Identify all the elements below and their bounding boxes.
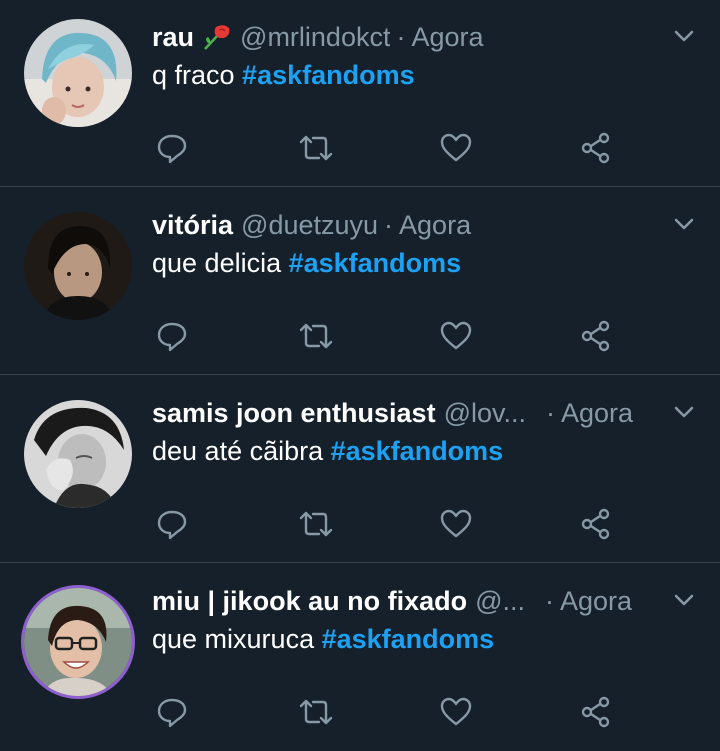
hashtag-link[interactable]: #askfandoms <box>331 436 504 466</box>
retweet-button[interactable] <box>296 504 336 544</box>
tweet-actions <box>0 692 720 732</box>
timestamp[interactable]: Agora <box>561 398 633 429</box>
reply-icon <box>157 322 187 352</box>
share-icon <box>581 320 610 352</box>
tweet-text: que delicia #askfandoms <box>152 248 680 279</box>
tweet-text: deu até cãibra #askfandoms <box>152 436 680 467</box>
retweet-button[interactable] <box>296 692 336 732</box>
tweet-actions <box>0 128 720 168</box>
share-icon <box>581 132 610 164</box>
tweet[interactable]: vitória @duetzuyu · Agora que delicia #a… <box>0 188 720 375</box>
display-name[interactable]: samis joon enthusiast <box>152 398 436 429</box>
avatar[interactable] <box>24 19 132 127</box>
avatar[interactable] <box>24 400 132 508</box>
share-button[interactable] <box>576 128 616 168</box>
user-handle[interactable]: @... <box>475 586 525 617</box>
separator-dot: · <box>384 209 394 240</box>
like-button[interactable] <box>436 504 476 544</box>
tweet[interactable]: rau @mrlindokct · Agora q fraco #askfand… <box>0 0 720 187</box>
reply-button[interactable] <box>152 692 192 732</box>
chevron-down-icon[interactable] <box>670 210 698 238</box>
tweet-text: que mixuruca #askfandoms <box>152 624 680 655</box>
user-handle[interactable]: @duetzuyu <box>241 210 378 241</box>
like-button[interactable] <box>436 316 476 356</box>
chevron-down-icon[interactable] <box>670 398 698 426</box>
like-icon <box>440 509 472 538</box>
tweet[interactable]: samis joon enthusiast @lov... · Agora de… <box>0 376 720 563</box>
tweet-header: vitória @duetzuyu · Agora <box>152 207 650 243</box>
tweet-actions <box>0 316 720 356</box>
hashtag-link[interactable]: #askfandoms <box>242 60 415 90</box>
timestamp[interactable]: Agora <box>560 586 632 617</box>
tweet-header: rau @mrlindokct · Agora <box>152 19 650 55</box>
separator-dot: · <box>396 21 406 52</box>
retweet-icon <box>299 135 333 161</box>
tweet[interactable]: miu | jikook au no fixado @... · Agora q… <box>0 564 720 751</box>
hashtag-link[interactable]: #askfandoms <box>289 248 462 278</box>
display-name[interactable]: miu | jikook au no fixado <box>152 586 467 617</box>
tweet-text: q fraco #askfandoms <box>152 60 680 91</box>
tweet-text-content: deu até cãibra <box>152 436 331 466</box>
separator-dot: · <box>545 585 555 616</box>
like-icon <box>440 133 472 162</box>
retweet-button[interactable] <box>296 128 336 168</box>
tweet-text-content: que delicia <box>152 248 289 278</box>
timestamp[interactable]: Agora <box>399 210 471 241</box>
tweet-text-content: que mixuruca <box>152 624 322 654</box>
hashtag-link[interactable]: #askfandoms <box>322 624 495 654</box>
retweet-icon <box>299 511 333 537</box>
retweet-icon <box>299 699 333 725</box>
like-button[interactable] <box>436 692 476 732</box>
chevron-down-icon[interactable] <box>670 586 698 614</box>
tweet-text-content: q fraco <box>152 60 243 90</box>
tweet-header: miu | jikook au no fixado @... · Agora <box>152 583 650 619</box>
display-name[interactable]: vitória <box>152 210 233 241</box>
timeline: rau @mrlindokct · Agora q fraco #askfand… <box>0 0 720 751</box>
timestamp[interactable]: Agora <box>411 22 483 53</box>
share-icon <box>581 508 610 540</box>
user-handle[interactable]: @mrlindokct <box>240 22 390 53</box>
display-name[interactable]: rau <box>152 22 194 53</box>
like-icon <box>440 697 472 726</box>
like-icon <box>440 321 472 350</box>
tweet-header: samis joon enthusiast @lov... · Agora <box>152 395 650 431</box>
reply-icon <box>157 510 187 540</box>
like-button[interactable] <box>436 128 476 168</box>
share-button[interactable] <box>576 692 616 732</box>
retweet-button[interactable] <box>296 316 336 356</box>
tweet-actions <box>0 504 720 544</box>
share-button[interactable] <box>576 316 616 356</box>
avatar[interactable] <box>24 212 132 320</box>
retweet-icon <box>299 323 333 349</box>
rose-icon <box>202 23 232 51</box>
share-icon <box>581 696 610 728</box>
separator-dot: · <box>546 397 556 428</box>
user-handle[interactable]: @lov... <box>444 398 526 429</box>
reply-button[interactable] <box>152 316 192 356</box>
reply-button[interactable] <box>152 128 192 168</box>
chevron-down-icon[interactable] <box>670 22 698 50</box>
reply-icon <box>157 134 187 164</box>
share-button[interactable] <box>576 504 616 544</box>
reply-icon <box>157 698 187 728</box>
avatar[interactable] <box>24 588 132 696</box>
reply-button[interactable] <box>152 504 192 544</box>
